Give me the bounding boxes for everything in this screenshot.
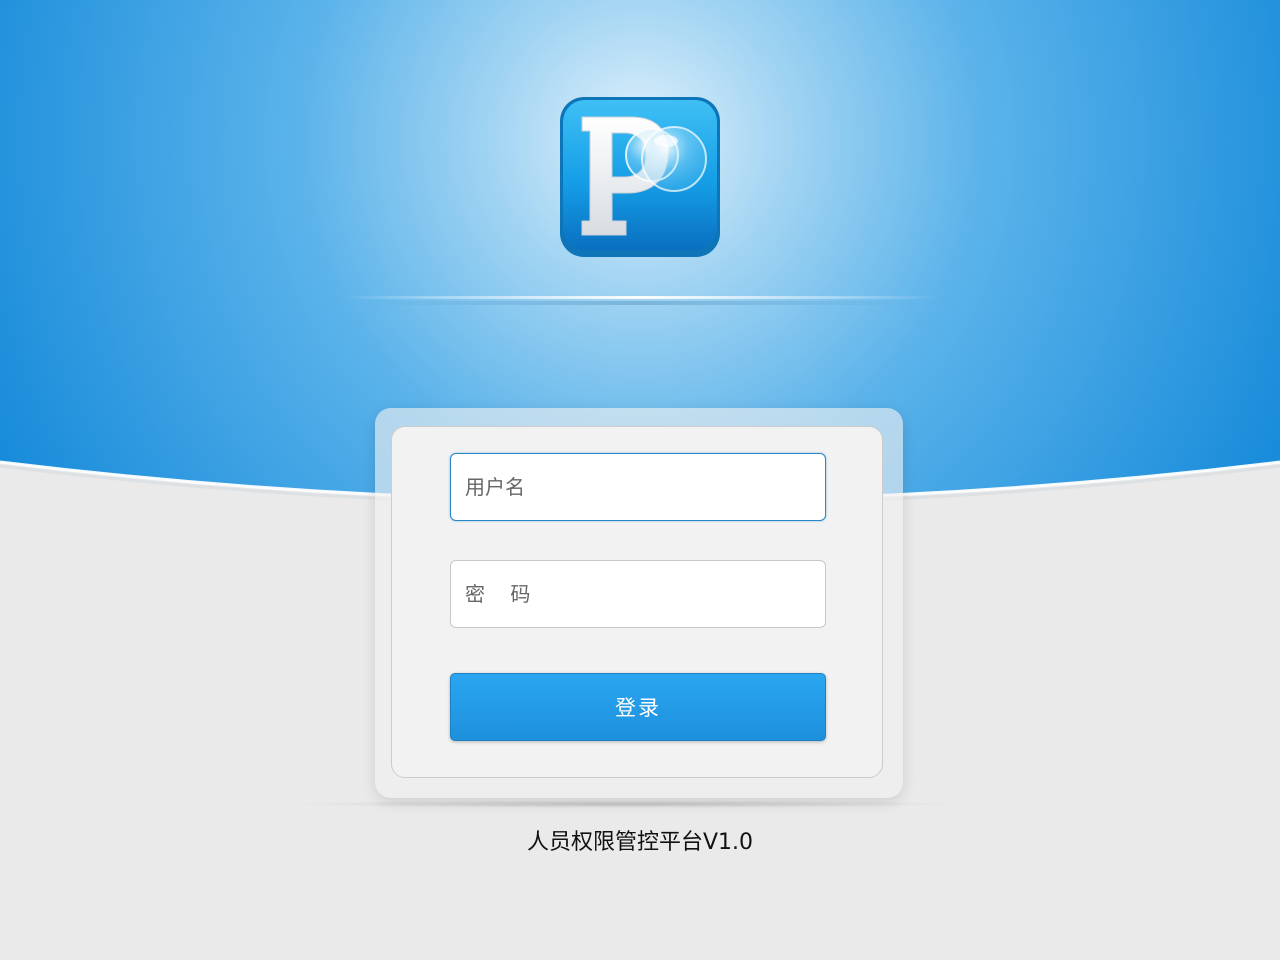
password-input[interactable] bbox=[450, 560, 826, 628]
divider-line bbox=[340, 296, 940, 299]
login-page: 登录 人员权限管控平台V1.0 bbox=[0, 0, 1280, 960]
login-form: 登录 bbox=[391, 426, 883, 778]
platform-title: 人员权限管控平台V1.0 bbox=[526, 830, 754, 855]
app-logo-icon bbox=[560, 97, 720, 257]
app-logo bbox=[560, 97, 720, 257]
username-input[interactable] bbox=[450, 453, 826, 521]
login-card-frame: 登录 bbox=[375, 408, 903, 798]
login-button[interactable]: 登录 bbox=[450, 673, 826, 741]
card-shadow bbox=[285, 800, 965, 808]
